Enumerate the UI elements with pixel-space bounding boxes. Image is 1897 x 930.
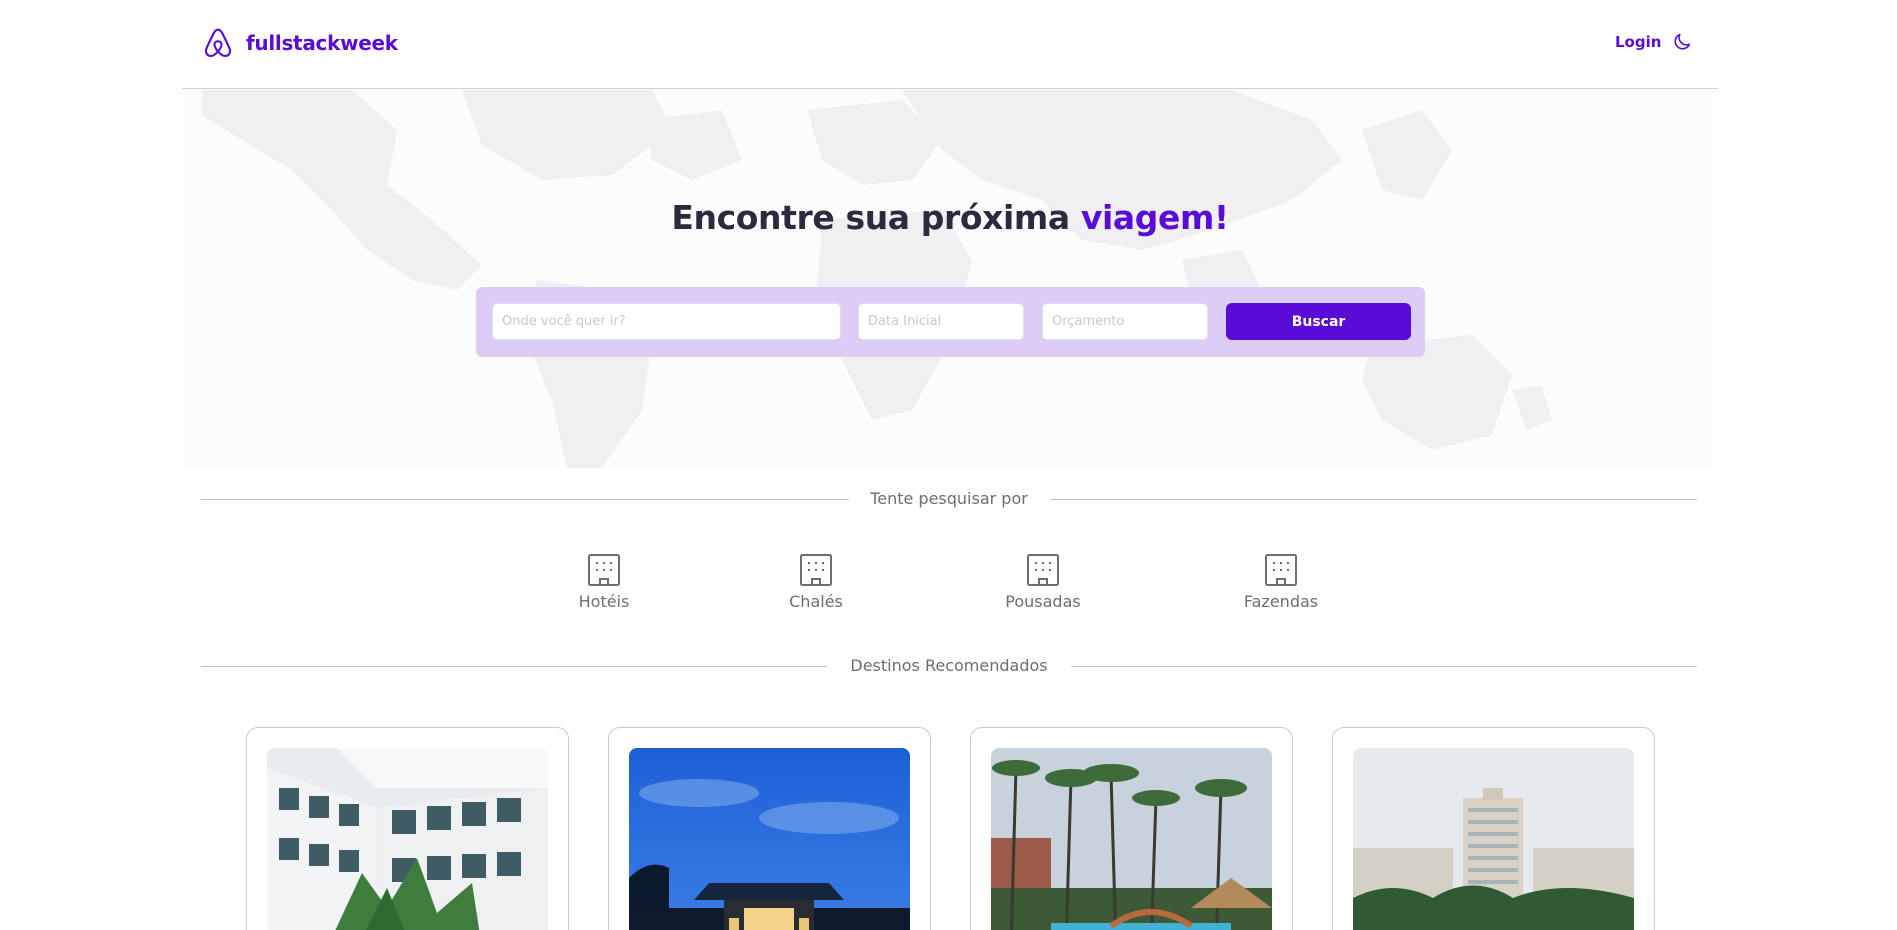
trip-card[interactable]	[608, 727, 931, 930]
trip-card[interactable]	[1332, 727, 1655, 930]
trip-photo	[629, 748, 910, 930]
trip-card[interactable]	[246, 727, 569, 930]
trip-image	[267, 748, 548, 930]
category-label: Pousadas	[1005, 592, 1081, 611]
quick-search-title: Tente pesquisar por	[870, 489, 1028, 508]
start-date-input[interactable]	[858, 303, 1024, 340]
search-button[interactable]: Buscar	[1226, 303, 1411, 340]
page: fullstackweek Login Encontre sua próxima…	[182, 0, 1718, 930]
world-map-background	[202, 90, 1552, 468]
building-icon	[1027, 554, 1059, 586]
trip-photo	[991, 748, 1272, 930]
destination-input[interactable]	[492, 303, 841, 340]
quick-search-heading: Tente pesquisar por	[201, 489, 1697, 509]
trip-image	[1353, 748, 1634, 930]
hero-title: Encontre sua próxima viagem!	[182, 198, 1718, 237]
trip-image	[629, 748, 910, 930]
hero-title-prefix: Encontre sua próxima	[671, 198, 1081, 237]
brand-link[interactable]: fullstackweek	[201, 26, 398, 60]
category-chalets[interactable]: Chalés	[756, 552, 876, 611]
brand-name: fullstackweek	[246, 31, 398, 55]
building-icon	[1265, 554, 1297, 586]
airbnb-logo-icon	[204, 28, 232, 58]
trip-image	[991, 748, 1272, 930]
hero-title-accent: viagem!	[1080, 198, 1229, 237]
budget-input[interactable]	[1042, 303, 1208, 340]
search-bar: Buscar	[476, 287, 1425, 357]
header: fullstackweek Login	[182, 0, 1718, 89]
login-button[interactable]: Login	[1615, 33, 1661, 51]
hero-section: Encontre sua próxima viagem! Buscar	[182, 90, 1718, 468]
category-inns[interactable]: Pousadas	[983, 552, 1103, 611]
trip-card[interactable]	[970, 727, 1293, 930]
category-label: Hotéis	[578, 592, 630, 611]
building-icon	[588, 554, 620, 586]
trip-photo	[267, 748, 548, 930]
trip-photo	[1353, 748, 1634, 930]
recommended-heading: Destinos Recomendados	[201, 656, 1697, 676]
category-label: Chalés	[789, 592, 843, 611]
recommended-title: Destinos Recomendados	[850, 656, 1048, 675]
building-icon	[800, 554, 832, 586]
category-label: Fazendas	[1243, 592, 1319, 611]
moon-icon[interactable]	[1671, 31, 1693, 53]
category-farms[interactable]: Fazendas	[1221, 552, 1341, 611]
category-hotels[interactable]: Hotéis	[544, 552, 664, 611]
